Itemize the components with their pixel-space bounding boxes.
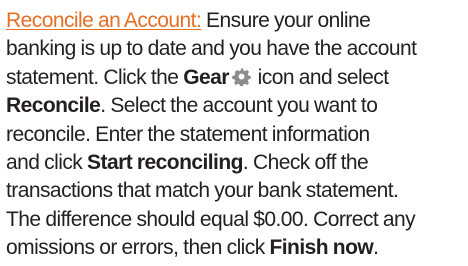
tip-text: icon and select xyxy=(252,65,389,89)
reconcile-an-account-link[interactable]: Reconcile an Account: xyxy=(6,9,202,32)
tip-line-2: banking is up to date and you have the a… xyxy=(6,35,462,63)
tip-line-4: Reconcile. Select the account you want t… xyxy=(6,92,462,120)
tip-text: statement. Click the xyxy=(6,65,184,89)
tip-text: Ensure your online xyxy=(201,9,371,32)
tip-line-7: transactions that match your bank statem… xyxy=(6,177,462,205)
reconcile-account-tip: Reconcile an Account: Ensure your online… xyxy=(0,0,468,266)
tip-line-6: and click Start reconciling. Check off t… xyxy=(6,149,462,177)
tip-line-9: omissions or errors, then click Finish n… xyxy=(6,234,462,262)
tip-line-1: Reconcile an Account: Ensure your online xyxy=(6,7,462,35)
tip-text: . xyxy=(373,236,379,260)
gear-label: Gear xyxy=(183,65,229,89)
tip-text: reconcile. Enter the statement informati… xyxy=(6,122,370,146)
gear-icon xyxy=(232,67,251,86)
tip-text: and click xyxy=(6,151,88,175)
tip-text: banking is up to date and you have the a… xyxy=(6,37,417,61)
tip-line-3: statement. Click the Gear icon and selec… xyxy=(6,64,462,92)
tip-line-5: reconcile. Enter the statement informati… xyxy=(6,121,462,149)
finish-now-label: Finish now xyxy=(269,236,374,260)
tip-text: . Select the account you want to xyxy=(100,94,378,118)
tip-text: The difference should equal $0.00. Corre… xyxy=(6,207,416,231)
tip-text: . Check off the xyxy=(242,151,369,175)
start-reconciling-label: Start reconciling xyxy=(87,151,243,175)
tip-text: omissions or errors, then click xyxy=(6,236,270,260)
tip-text: transactions that match your bank statem… xyxy=(6,179,399,203)
reconcile-label: Reconcile xyxy=(6,94,101,118)
tip-line-8: The difference should equal $0.00. Corre… xyxy=(6,206,462,234)
